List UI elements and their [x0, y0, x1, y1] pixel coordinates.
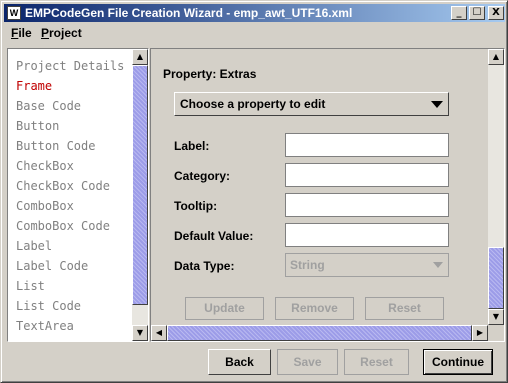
nav-item-frame[interactable]: Frame: [16, 79, 52, 93]
nav-item-list[interactable]: List: [16, 279, 45, 293]
nav-item-base-code[interactable]: Base Code: [16, 99, 81, 113]
scroll-left-arrow-icon[interactable]: ◀: [151, 325, 167, 341]
editor-vscrollbar-thumb[interactable]: [488, 247, 504, 309]
nav-item-checkbox-code[interactable]: CheckBox Code: [16, 179, 110, 193]
property-select-value: Choose a property to edit: [180, 97, 326, 111]
data-type-value: String: [290, 258, 325, 272]
wizard-window: W EMPCodeGen File Creation Wizard - emp_…: [0, 0, 508, 383]
tooltip-input[interactable]: [285, 193, 449, 217]
nav-item-label[interactable]: Label: [16, 239, 52, 253]
label-input[interactable]: [285, 133, 449, 157]
app-icon: W: [7, 6, 21, 20]
nav-item-project-details[interactable]: Project Details: [16, 59, 124, 73]
nav-scrollbar[interactable]: ▲ ▼: [132, 49, 148, 341]
menu-file-label: ile: [18, 26, 32, 40]
property-editor-panel: Property: Extras Choose a property to ed…: [150, 48, 505, 342]
editor-hscrollbar[interactable]: ◀ ▶: [151, 325, 488, 341]
category-field-label: Category:: [174, 169, 231, 183]
scroll-right-arrow-icon[interactable]: ▶: [472, 325, 488, 341]
menu-project[interactable]: Project: [41, 26, 82, 40]
menu-bar: File Project: [4, 23, 505, 45]
reset-property-button[interactable]: Reset: [365, 297, 444, 320]
editor-hscrollbar-thumb[interactable]: [167, 325, 472, 341]
section-nav-panel: Project Details Frame Base Code Button Butto…: [7, 48, 149, 342]
nav-scrollbar-thumb[interactable]: [132, 65, 148, 305]
maximize-button[interactable]: ☐: [469, 6, 485, 20]
property-heading: Property: Extras: [163, 67, 257, 81]
nav-item-combobox-code[interactable]: ComboBox Code: [16, 219, 110, 233]
scroll-down-arrow-icon[interactable]: ▼: [132, 325, 148, 341]
category-input[interactable]: [285, 163, 449, 187]
data-type-field-label: Data Type:: [174, 259, 235, 273]
remove-button[interactable]: Remove: [275, 297, 354, 320]
title-bar[interactable]: W EMPCodeGen File Creation Wizard - emp_…: [4, 4, 505, 22]
menu-file[interactable]: File: [11, 26, 32, 40]
back-button[interactable]: Back: [208, 349, 271, 375]
update-button[interactable]: Update: [185, 297, 264, 320]
scroll-down-arrow-icon[interactable]: ▼: [488, 309, 504, 325]
dropdown-arrow-icon: [431, 101, 443, 108]
default-value-field-label: Default Value:: [174, 229, 254, 243]
data-type-select[interactable]: String: [285, 253, 449, 277]
tooltip-field-label: Tooltip:: [174, 199, 218, 213]
nav-item-button[interactable]: Button: [16, 119, 59, 133]
window-title: EMPCodeGen File Creation Wizard - emp_aw…: [25, 6, 353, 20]
scroll-up-arrow-icon[interactable]: ▲: [132, 49, 148, 65]
menu-project-mnemonic: P: [41, 26, 50, 40]
nav-item-textarea[interactable]: TextArea: [16, 319, 74, 333]
continue-button[interactable]: Continue: [423, 349, 493, 375]
editor-vscrollbar[interactable]: ▲ ▼: [488, 49, 504, 325]
label-field-label: Label:: [174, 139, 210, 153]
nav-item-combobox[interactable]: ComboBox: [16, 199, 74, 213]
save-button[interactable]: Save: [277, 349, 338, 375]
nav-item-checkbox[interactable]: CheckBox: [16, 159, 74, 173]
menu-project-label: roject: [49, 26, 82, 40]
nav-item-button-code[interactable]: Button Code: [16, 139, 95, 153]
default-value-input[interactable]: [285, 223, 449, 247]
minimize-button[interactable]: _: [451, 6, 467, 20]
close-button[interactable]: X: [488, 6, 504, 20]
scroll-up-arrow-icon[interactable]: ▲: [488, 49, 504, 65]
reset-button[interactable]: Reset: [344, 349, 409, 375]
nav-item-label-code[interactable]: Label Code: [16, 259, 88, 273]
section-nav-list: Project Details Frame Base Code Button Butto…: [8, 49, 132, 341]
nav-item-list-code[interactable]: List Code: [16, 299, 81, 313]
data-type-arrow-icon: [433, 262, 443, 268]
property-select[interactable]: Choose a property to edit: [174, 92, 449, 116]
